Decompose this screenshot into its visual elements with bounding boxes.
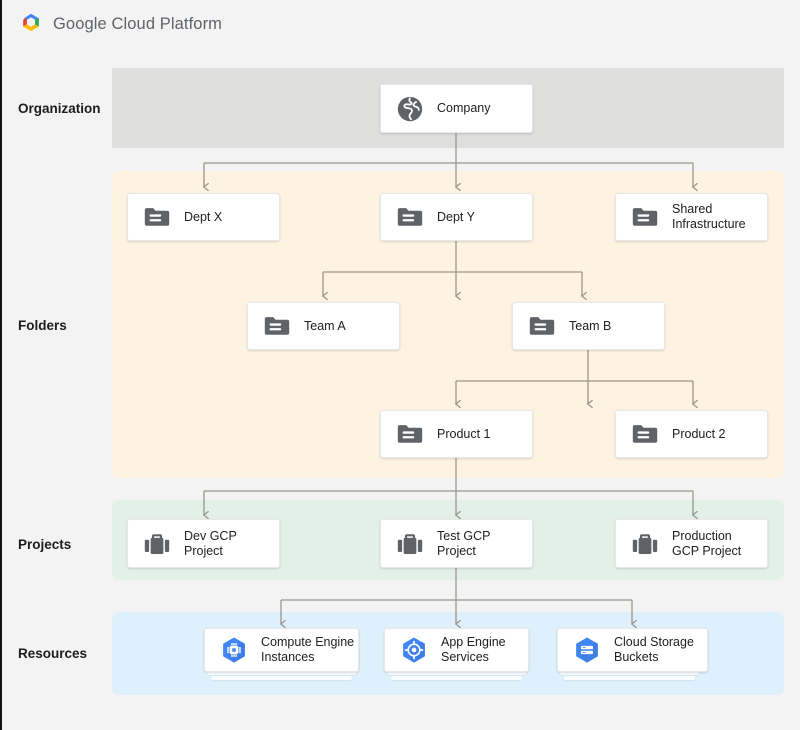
- node-product-1[interactable]: Product 1: [380, 410, 533, 458]
- compute-engine-icon: [219, 635, 249, 665]
- node-team-b[interactable]: Team B: [512, 302, 665, 350]
- node-label: Product 1: [437, 427, 491, 442]
- folder-icon: [395, 419, 425, 449]
- node-compute-engine-instances[interactable]: Compute Engine Instances: [204, 628, 359, 672]
- node-label: Product 2: [672, 427, 726, 442]
- folder-icon: [527, 311, 557, 341]
- row-label-organization: Organization: [18, 101, 101, 116]
- briefcase-icon: [395, 529, 425, 559]
- card-stack-layer: [211, 676, 352, 680]
- node-label: Dev GCP Project: [184, 529, 237, 559]
- node-team-a[interactable]: Team A: [247, 302, 400, 350]
- folder-icon: [630, 202, 660, 232]
- node-label: Cloud Storage Buckets: [614, 635, 694, 665]
- app-engine-icon: [399, 635, 429, 665]
- google-cloud-platform-logo-icon: [18, 11, 44, 37]
- cloud-storage-icon: [572, 635, 602, 665]
- row-label-folders: Folders: [18, 318, 67, 333]
- folder-icon: [262, 311, 292, 341]
- node-label: Company: [437, 101, 491, 116]
- folder-icon: [630, 419, 660, 449]
- gcp-wordmark: Google Cloud Platform: [53, 15, 222, 34]
- node-test-gcp-project[interactable]: Test GCP Project: [380, 519, 533, 568]
- node-label: Production GCP Project: [672, 529, 741, 559]
- node-label: Test GCP Project: [437, 529, 491, 559]
- card-stack-layer: [391, 676, 522, 680]
- node-label: Team A: [304, 319, 346, 334]
- node-label: Dept Y: [437, 210, 475, 225]
- folder-icon: [142, 202, 172, 232]
- briefcase-icon: [630, 529, 660, 559]
- node-product-2[interactable]: Product 2: [615, 410, 768, 458]
- node-label: Team B: [569, 319, 611, 334]
- globe-icon: [395, 94, 425, 124]
- node-dev-gcp-project[interactable]: Dev GCP Project: [127, 519, 280, 568]
- node-label: Compute Engine Instances: [261, 635, 354, 665]
- diagram-page: Google Cloud Platform Organization Folde…: [0, 0, 800, 730]
- node-dept-y[interactable]: Dept Y: [380, 193, 533, 241]
- row-label-resources: Resources: [18, 646, 87, 661]
- node-label: Dept X: [184, 210, 222, 225]
- folder-icon: [395, 202, 425, 232]
- node-label: App Engine Services: [441, 635, 506, 665]
- briefcase-icon: [142, 529, 172, 559]
- row-label-projects: Projects: [18, 537, 71, 552]
- node-app-engine-services[interactable]: App Engine Services: [384, 628, 529, 672]
- node-company[interactable]: Company: [380, 84, 533, 133]
- node-dept-x[interactable]: Dept X: [127, 193, 280, 241]
- node-shared-infrastructure[interactable]: Shared Infrastructure: [615, 193, 768, 241]
- node-production-gcp-project[interactable]: Production GCP Project: [615, 519, 768, 568]
- node-cloud-storage-buckets[interactable]: Cloud Storage Buckets: [557, 628, 708, 672]
- card-stack-layer: [564, 676, 695, 680]
- node-label: Shared Infrastructure: [672, 202, 746, 232]
- page-header: Google Cloud Platform: [2, 0, 800, 48]
